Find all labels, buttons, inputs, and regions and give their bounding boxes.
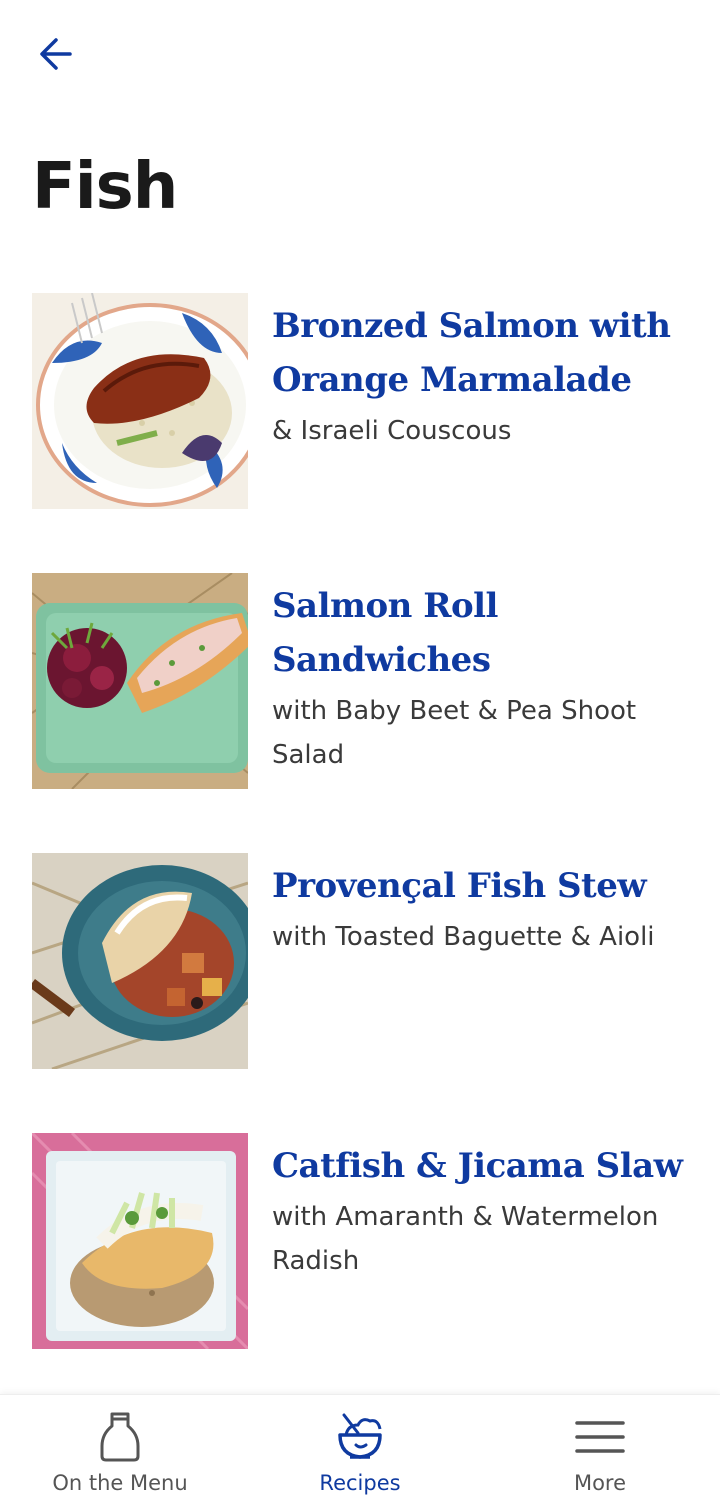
nav-label: On the Menu: [52, 1471, 188, 1495]
recipe-subtitle: with Toasted Baguette & Aioli: [272, 922, 655, 952]
nav-on-the-menu[interactable]: On the Menu: [0, 1395, 240, 1507]
recipe-image: [32, 853, 248, 1069]
back-button[interactable]: [28, 30, 84, 82]
bottom-navigation: On the Menu Recipes More: [0, 1394, 720, 1507]
nav-more[interactable]: More: [480, 1395, 720, 1507]
recipe-title: Bronzed Salmon with Orange Marmalade: [272, 306, 671, 400]
recipe-image: [32, 1133, 248, 1349]
recipe-list: Bronzed Salmon with Orange Marmalade & I…: [32, 293, 692, 1413]
recipe-image: [32, 573, 248, 789]
menu-icon: [575, 1411, 625, 1463]
bowl-icon: [335, 1411, 385, 1463]
page-title: Fish: [32, 150, 178, 224]
nav-label: More: [573, 1471, 627, 1495]
recipe-subtitle: with Amaranth & Watermelon Radish: [272, 1202, 659, 1276]
recipe-title: Salmon Roll Sandwiches: [272, 586, 498, 680]
recipe-card[interactable]: Salmon Roll Sandwiches with Baby Beet & …: [32, 573, 692, 853]
recipe-title: Catfish & Jicama Slaw: [272, 1146, 683, 1186]
recipe-card[interactable]: Catfish & Jicama Slaw with Amaranth & Wa…: [32, 1133, 692, 1413]
recipe-title: Provençal Fish Stew: [272, 866, 647, 906]
recipe-card[interactable]: Bronzed Salmon with Orange Marmalade & I…: [32, 293, 692, 573]
recipe-card[interactable]: Provençal Fish Stew with Toasted Baguett…: [32, 853, 692, 1133]
recipe-image: [32, 293, 248, 509]
nav-label: Recipes: [319, 1471, 401, 1495]
recipe-subtitle: with Baby Beet & Pea Shoot Salad: [272, 696, 637, 770]
nav-recipes[interactable]: Recipes: [240, 1395, 480, 1507]
recipe-subtitle: & Israeli Couscous: [272, 416, 512, 446]
bottle-icon: [95, 1411, 145, 1463]
arrow-left-icon: [36, 34, 76, 78]
